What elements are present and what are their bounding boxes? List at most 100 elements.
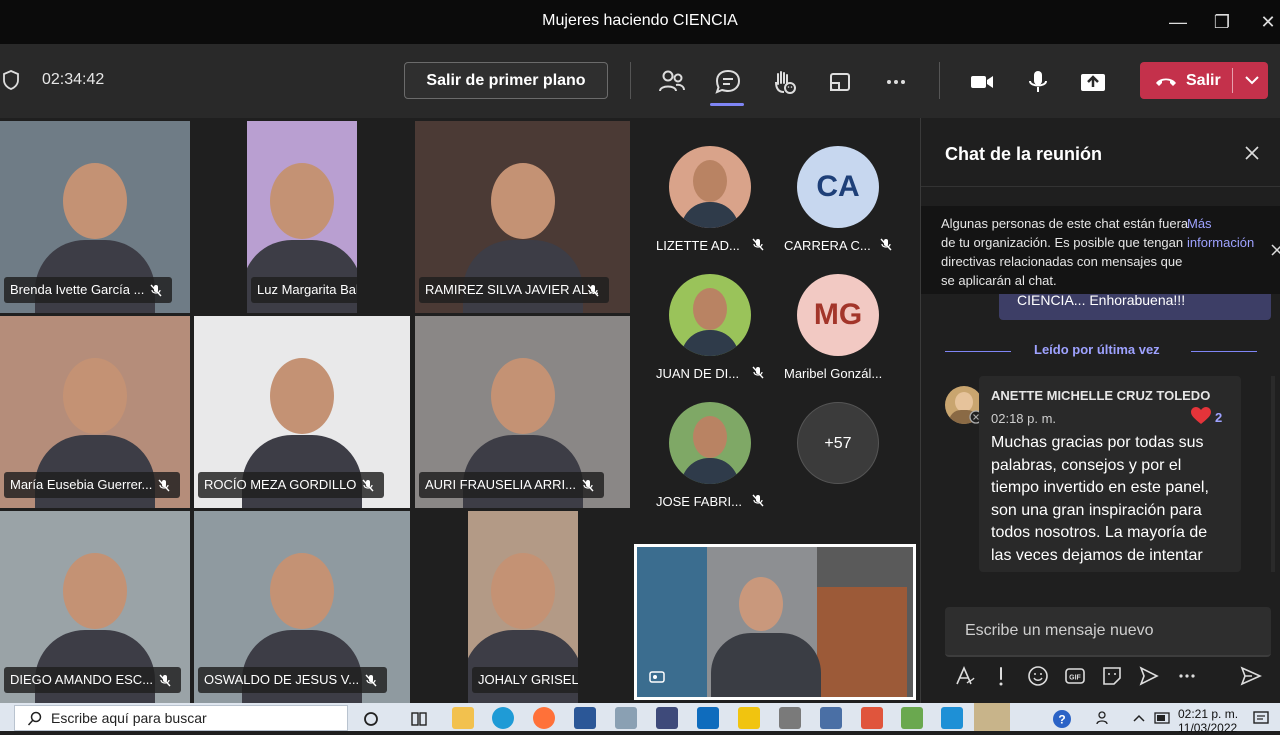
leave-divider [1232, 68, 1233, 93]
mic-off-icon [752, 366, 764, 379]
roster-name: JUAN DE DI... [656, 366, 740, 381]
help-icon[interactable]: ? [1052, 709, 1072, 729]
avatar-photo [693, 416, 727, 458]
chat-icon[interactable] [712, 66, 744, 98]
video-tile[interactable]: AURI FRAUSELIA ARRI... [415, 316, 630, 508]
avatar[interactable] [669, 274, 751, 356]
task-view-icon[interactable] [410, 710, 428, 728]
teams-icon[interactable] [974, 703, 1010, 731]
self-video-preview[interactable] [634, 544, 916, 700]
video-tile[interactable]: María Eusebia Guerrer... [0, 316, 190, 508]
taskbar-search[interactable] [14, 705, 348, 731]
chat-scrollbar[interactable] [1271, 376, 1275, 572]
participants-icon[interactable] [656, 66, 688, 98]
mic-icon[interactable] [1022, 66, 1054, 98]
message-time: 02:18 p. m. [991, 411, 1057, 426]
windows-taskbar: ? 02:21 p. m. 11/03/2022 [0, 703, 1280, 735]
more-icon[interactable] [880, 66, 912, 98]
avatar[interactable] [669, 146, 751, 228]
share-icon[interactable] [1077, 66, 1109, 98]
video-tile[interactable]: OSWALDO DE JESUS V... [194, 511, 410, 703]
word-icon[interactable] [574, 707, 596, 729]
roster-name: Maribel Gonzál... [784, 366, 883, 381]
leave-main[interactable]: Salir [1140, 62, 1232, 99]
maximize-button[interactable]: ❐ [1208, 8, 1236, 36]
roster-name: JOSE FABRI... [656, 494, 742, 509]
schedule-send-icon[interactable] [1137, 664, 1161, 688]
chat-title: Chat de la reunión [945, 144, 1103, 164]
video-tile[interactable]: DIEGO AMANDO ESC... [0, 511, 190, 703]
read-marker: Leído por última vez [1034, 342, 1160, 357]
avatar[interactable]: CA [797, 146, 879, 228]
participant-face [270, 163, 334, 240]
participant-face [270, 553, 334, 630]
app-icon[interactable] [901, 707, 923, 729]
exit-foreground-button[interactable]: Salir de primer plano [404, 62, 608, 99]
format-icon[interactable] [953, 664, 977, 688]
share-tray-icon[interactable] [824, 66, 856, 98]
close-window-button[interactable]: ✕ [1254, 8, 1280, 36]
dismiss-notice-icon[interactable] [1271, 244, 1280, 256]
important-icon[interactable] [989, 664, 1013, 688]
send-icon[interactable] [1239, 664, 1263, 688]
close-icon[interactable] [1243, 144, 1261, 162]
heart-icon[interactable] [1189, 406, 1213, 426]
avatar-photo-body [681, 458, 739, 484]
calendar-icon[interactable] [820, 707, 842, 729]
sticker-icon[interactable] [1100, 664, 1124, 688]
chat-message[interactable]: ANETTE MICHELLE CRUZ TOLEDO 02:18 p. m. … [979, 376, 1241, 572]
leave-button[interactable]: Salir [1140, 62, 1268, 99]
mic-off-icon [150, 284, 162, 297]
app-icon[interactable] [861, 707, 883, 729]
notifications-icon[interactable] [1252, 710, 1270, 726]
video-tile[interactable]: Brenda Ivette García ... [0, 121, 190, 313]
overflow-participants-button[interactable]: +57 [797, 402, 879, 484]
participant-face [491, 553, 555, 630]
video-tile[interactable]: RAMIREZ SILVA JAVIER AL... [415, 121, 630, 313]
mic-off-icon [158, 479, 170, 492]
app-icon[interactable] [656, 707, 678, 729]
clock-date: 11/03/2022 [1178, 721, 1238, 735]
camera-icon[interactable] [966, 66, 998, 98]
compose-box[interactable] [945, 607, 1271, 657]
cortana-icon[interactable] [362, 710, 380, 728]
participant-name: ROCÍO MEZA GORDILLO [198, 472, 385, 498]
battery-icon[interactable] [1154, 711, 1172, 725]
taskbar-search-input[interactable] [51, 706, 341, 730]
avatar[interactable] [669, 402, 751, 484]
pin-icon[interactable] [649, 669, 665, 685]
video-tile[interactable]: ROCÍO MEZA GORDILLO [194, 316, 410, 508]
svg-text:GIF: GIF [1069, 675, 1081, 682]
participant-face [63, 553, 127, 630]
chevron-down-icon[interactable] [1240, 68, 1264, 92]
avatar[interactable]: MG [797, 274, 879, 356]
meeting-chat-panel: Chat de la reunión CIENCIA... Enhorabuen… [920, 118, 1280, 703]
avatar-photo [693, 288, 727, 330]
minimize-button[interactable]: — [1164, 8, 1192, 36]
app-icon[interactable] [941, 707, 963, 729]
emoji-icon[interactable] [1026, 664, 1050, 688]
file-explorer-icon[interactable] [452, 707, 474, 729]
chevron-up-icon[interactable] [1132, 711, 1146, 725]
mic-off-icon [365, 674, 377, 687]
app-icon[interactable] [779, 707, 801, 729]
mic-off-icon [362, 479, 374, 492]
media-player-icon[interactable] [738, 707, 760, 729]
more-info-link[interactable]: Más información [1187, 214, 1267, 252]
participant-name: Brenda Ivette García ... [4, 277, 173, 303]
app-icon[interactable] [615, 707, 637, 729]
gif-icon[interactable]: GIF [1063, 664, 1087, 688]
participant-face [490, 163, 555, 240]
edge-icon[interactable] [492, 707, 514, 729]
raise-hand-icon[interactable] [768, 66, 800, 98]
more-options-icon[interactable] [1175, 664, 1199, 688]
mic-off-icon [159, 674, 171, 687]
read-marker-line [945, 351, 1011, 352]
video-tile[interactable]: Luz Margarita Balcazar... [247, 121, 357, 313]
people-icon[interactable] [1096, 710, 1112, 726]
participant-name: OSWALDO DE JESUS V... [198, 667, 388, 693]
firefox-icon[interactable] [533, 707, 555, 729]
mail-icon[interactable] [697, 707, 719, 729]
video-tile[interactable]: JOHALY GRISELL ESTR... [468, 511, 578, 703]
compose-input[interactable] [945, 607, 1271, 655]
